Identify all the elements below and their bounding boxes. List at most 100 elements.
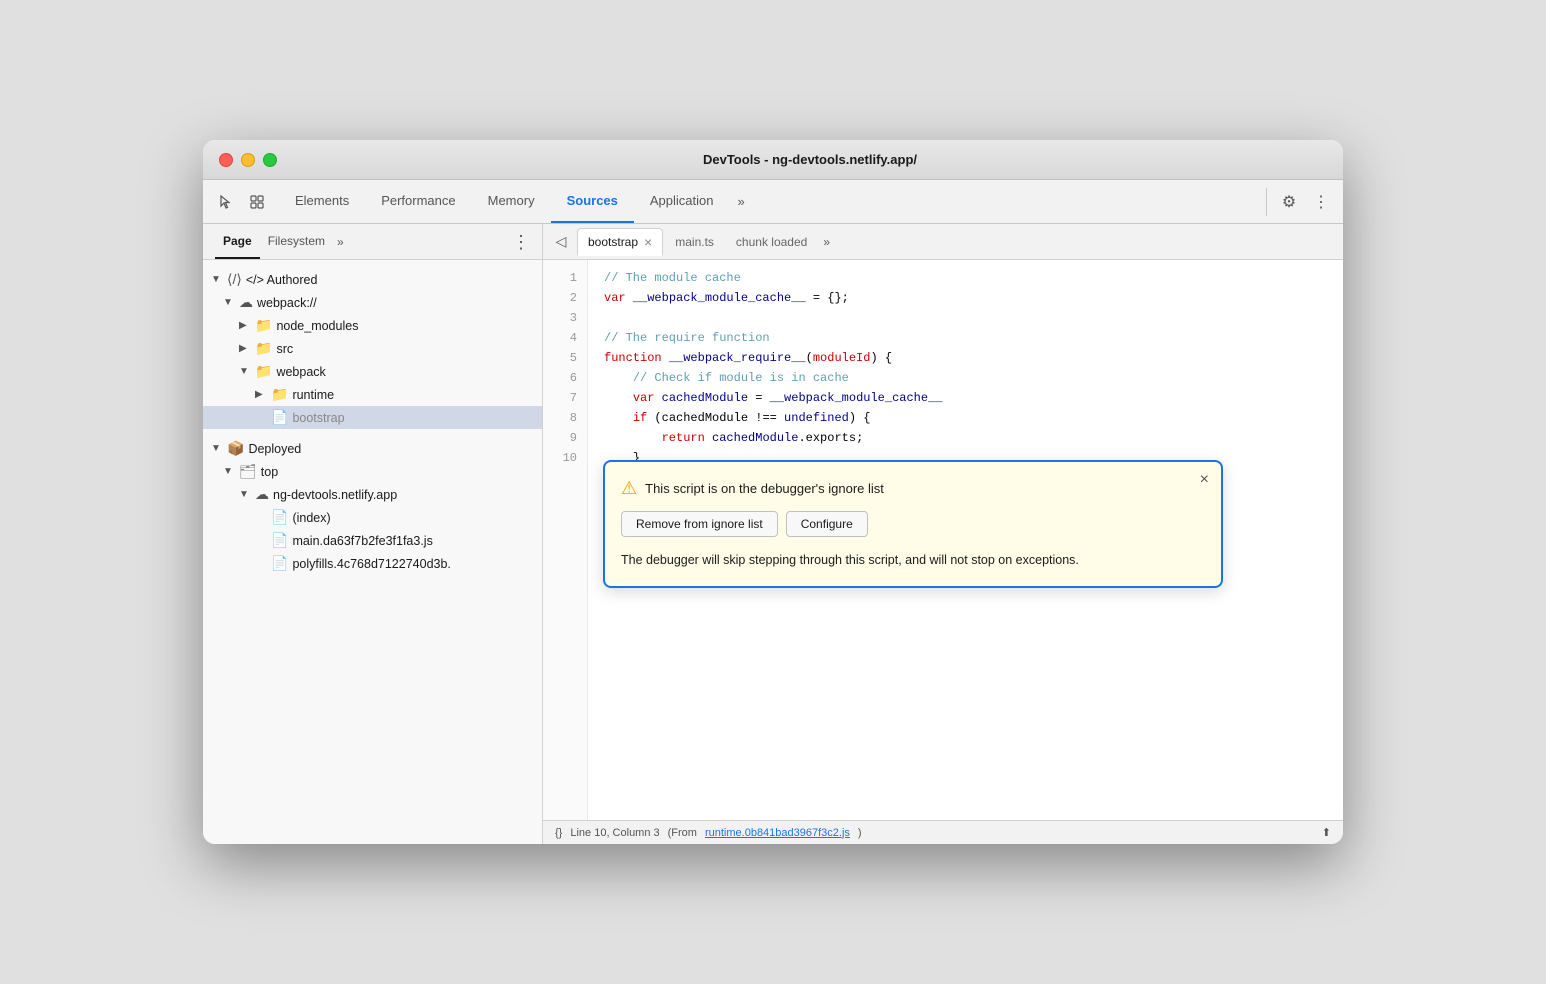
tree-arrow-src: ▶	[239, 343, 251, 354]
tree-arrow-node-modules: ▶	[239, 320, 251, 331]
tab-performance[interactable]: Performance	[365, 180, 471, 223]
line-num-7: 7	[543, 388, 587, 408]
tree-label-bootstrap: bootstrap	[292, 411, 344, 425]
line-num-1: 1	[543, 268, 587, 288]
tree-label-authored: </> Authored	[246, 273, 318, 287]
tree-label-main-js: main.da63f7b2fe3f1fa3.js	[292, 534, 432, 548]
tree-arrow-webpack-folder: ▼	[239, 366, 251, 377]
file-icon-index: 📄	[271, 509, 288, 526]
tree-arrow-webpack-root: ▼	[223, 297, 235, 308]
more-icon[interactable]: ⋮	[1307, 188, 1335, 216]
folder-icon-node-modules: 📁	[255, 317, 272, 334]
tree-item-index[interactable]: ▶ 📄 (index)	[203, 506, 542, 529]
line-num-2: 2	[543, 288, 587, 308]
tree-item-webpack-root[interactable]: ▼ ☁ webpack://	[203, 291, 542, 314]
code-line-1: // The module cache	[604, 268, 1327, 288]
titlebar: DevTools - ng-devtools.netlify.app/	[203, 140, 1343, 180]
popup-close-button[interactable]: ×	[1200, 472, 1209, 488]
cursor-icon[interactable]	[211, 188, 239, 216]
line-num-9: 9	[543, 428, 587, 448]
collapse-panel-button[interactable]: ◁	[547, 228, 575, 256]
tree-item-src[interactable]: ▶ 📁 src	[203, 337, 542, 360]
editor-tab-bootstrap[interactable]: bootstrap ×	[577, 228, 663, 256]
line-numbers: 1 2 3 4 5 6 7 8 9 10	[543, 260, 588, 820]
sidebar-tab-bar: Page Filesystem » ⋮	[203, 224, 542, 260]
sidebar-menu-icon[interactable]: ⋮	[512, 233, 530, 251]
code-line-4: // The require function	[604, 328, 1327, 348]
editor-tab-bootstrap-label: bootstrap	[588, 235, 638, 249]
popup-description: The debugger will skip stepping through …	[621, 551, 1205, 570]
tree-item-bootstrap[interactable]: ▶ 📄 bootstrap	[203, 406, 542, 429]
inspect-icon[interactable]	[243, 188, 271, 216]
tree-item-deployed[interactable]: ▼ 📦 Deployed	[203, 437, 542, 460]
tree-arrow-authored: ▼	[211, 274, 223, 285]
settings-icon[interactable]: ⚙	[1275, 188, 1303, 216]
tree-label-node-modules: node_modules	[276, 319, 358, 333]
tree-label-index: (index)	[292, 511, 330, 525]
popup-title: This script is on the debugger's ignore …	[645, 481, 884, 496]
from-label: (From	[668, 827, 697, 839]
tab-sources[interactable]: Sources	[551, 180, 634, 223]
minimize-button[interactable]	[241, 153, 255, 167]
tab-application[interactable]: Application	[634, 180, 730, 223]
braces-icon[interactable]: {}	[555, 827, 562, 839]
tree-label-polyfills: polyfills.4c768d7122740d3b.	[292, 557, 450, 571]
editor-tab-main-ts[interactable]: main.ts	[665, 228, 724, 256]
code-line-9: return cachedModule.exports;	[604, 428, 1327, 448]
sidebar-tab-page[interactable]: Page	[215, 224, 260, 259]
tree-arrow-runtime: ▶	[255, 389, 267, 400]
deployed-icon: 📦	[227, 440, 244, 457]
main-tab-bar: Elements Performance Memory Sources Appl…	[203, 180, 1343, 224]
toolbar-right: ⚙ ⋮	[1266, 188, 1335, 216]
close-paren: )	[858, 827, 862, 839]
editor-tab-bar: ◁ bootstrap × main.ts chunk loaded »	[543, 224, 1343, 260]
code-line-2: var __webpack_module_cache__ = {};	[604, 288, 1327, 308]
line-num-4: 4	[543, 328, 587, 348]
scroll-to-top-icon[interactable]: ⬆	[1322, 826, 1331, 839]
top-folder-icon: 🗂	[239, 463, 257, 480]
tree-item-ng-devtools[interactable]: ▼ ☁ ng-devtools.netlify.app	[203, 483, 542, 506]
line-num-10: 10	[543, 448, 587, 468]
tree-item-top[interactable]: ▼ 🗂 top	[203, 460, 542, 483]
close-button[interactable]	[219, 153, 233, 167]
tree-item-webpack-folder[interactable]: ▼ 📁 webpack	[203, 360, 542, 383]
code-area: ◁ bootstrap × main.ts chunk loaded » 1	[543, 224, 1343, 844]
editor-tab-more[interactable]: »	[819, 235, 834, 249]
maximize-button[interactable]	[263, 153, 277, 167]
tree-item-node-modules[interactable]: ▶ 📁 node_modules	[203, 314, 542, 337]
remove-from-ignore-list-button[interactable]: Remove from ignore list	[621, 511, 778, 537]
ignore-list-popup: × ⚠ This script is on the debugger's ign…	[603, 460, 1223, 588]
code-line-5: function __webpack_require__(moduleId) {	[604, 348, 1327, 368]
tab-elements[interactable]: Elements	[279, 180, 365, 223]
configure-button[interactable]: Configure	[786, 511, 868, 537]
tree-label-deployed: Deployed	[248, 442, 301, 456]
sidebar-tab-more[interactable]: »	[333, 235, 348, 249]
code-line-6: // Check if module is in cache	[604, 368, 1327, 388]
line-num-8: 8	[543, 408, 587, 428]
tree-item-polyfills[interactable]: ▶ 📄 polyfills.4c768d7122740d3b.	[203, 552, 542, 575]
status-bar: {} Line 10, Column 3 (From runtime.0b841…	[543, 820, 1343, 844]
line-num-5: 5	[543, 348, 587, 368]
editor-tab-chunk-loaded[interactable]: chunk loaded	[726, 228, 817, 256]
main-tab-list: Elements Performance Memory Sources Appl…	[279, 180, 1266, 223]
file-icon-bootstrap: 📄	[271, 409, 288, 426]
editor-tab-bootstrap-close[interactable]: ×	[644, 234, 652, 250]
code-editor[interactable]: 1 2 3 4 5 6 7 8 9 10 // The module cache…	[543, 260, 1343, 820]
tree-item-runtime[interactable]: ▶ 📁 runtime	[203, 383, 542, 406]
traffic-lights	[219, 153, 277, 167]
source-file-link[interactable]: runtime.0b841bad3967f3c2.js	[705, 827, 850, 839]
tree-label-src: src	[276, 342, 293, 356]
tree-item-authored[interactable]: ▼ ⟨/⟩ </> Authored	[203, 268, 542, 291]
folder-icon-runtime: 📁	[271, 386, 288, 403]
tree-label-ng-devtools: ng-devtools.netlify.app	[273, 488, 397, 502]
tab-more[interactable]: »	[730, 194, 753, 209]
tree-label-webpack-folder: webpack	[276, 365, 325, 379]
tab-memory[interactable]: Memory	[472, 180, 551, 223]
tree-label-webpack-root: webpack://	[257, 296, 317, 310]
sidebar-tab-filesystem[interactable]: Filesystem	[260, 224, 333, 259]
line-num-3: 3	[543, 308, 587, 328]
window-title: DevTools - ng-devtools.netlify.app/	[293, 152, 1327, 167]
line-num-6: 6	[543, 368, 587, 388]
tree-item-main-js[interactable]: ▶ 📄 main.da63f7b2fe3f1fa3.js	[203, 529, 542, 552]
popup-buttons: Remove from ignore list Configure	[621, 511, 1205, 537]
